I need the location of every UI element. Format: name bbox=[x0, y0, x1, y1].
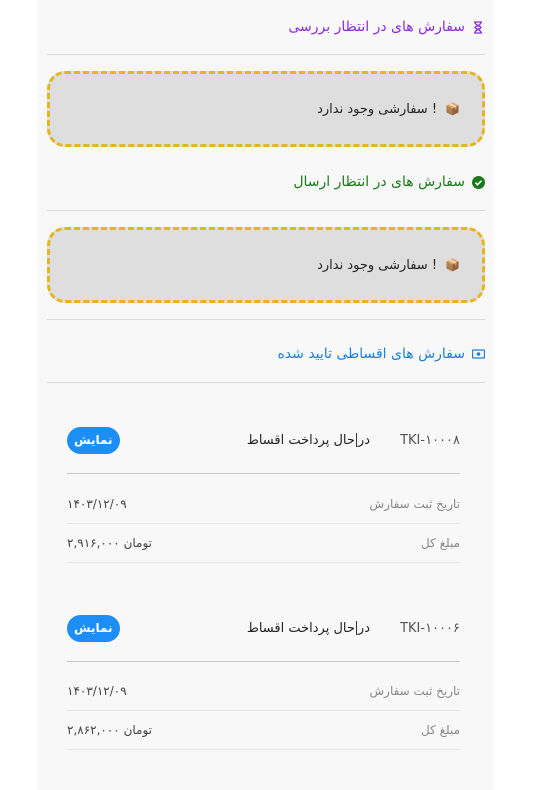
order-date-row: تاریخ ثبت سفارش ۱۴۰۳/۱۲/۰۹ bbox=[67, 672, 460, 711]
section-pending-review-title: سفارش های در انتظار بررسی bbox=[288, 19, 465, 35]
section-pending-review-header: سفارش های در انتظار بررسی bbox=[47, 17, 485, 37]
box-icon: 📦 bbox=[445, 102, 460, 116]
order-card-header: TKI-۱۰۰۰۶ درحال پرداخت اقساط نمایش bbox=[67, 614, 460, 642]
order-total-label: مبلغ کل bbox=[420, 723, 460, 737]
divider bbox=[47, 382, 485, 383]
divider bbox=[67, 661, 460, 662]
order-date-value: ۱۴۰۳/۱۲/۰۹ bbox=[67, 497, 127, 511]
order-total-row: مبلغ کل ۲,۹۱۶,۰۰۰ تومان bbox=[67, 524, 460, 563]
divider bbox=[47, 54, 485, 55]
show-order-button[interactable]: نمایش bbox=[67, 614, 120, 642]
order-total-label: مبلغ کل bbox=[420, 536, 460, 550]
order-card-header: TKI-۱۰۰۰۸ درحال پرداخت اقساط نمایش bbox=[67, 426, 460, 454]
order-status: درحال پرداخت اقساط bbox=[246, 620, 370, 636]
order-number: TKI-۱۰۰۰۸ bbox=[400, 432, 460, 448]
empty-message: سفارشی وجود ندارد ! bbox=[317, 257, 438, 273]
order-total-row: مبلغ کل ۲,۸۶۲,۰۰۰ تومان bbox=[67, 711, 460, 750]
divider bbox=[47, 210, 485, 211]
section-pending-send-header: سفارش های در انتظار ارسال bbox=[47, 172, 485, 192]
section-installment-header: سفارش های اقساطی تایید شده bbox=[47, 344, 485, 364]
divider bbox=[47, 319, 485, 320]
order-number: TKI-۱۰۰۰۶ bbox=[400, 620, 460, 636]
section-installment-title: سفارش های اقساطی تایید شده bbox=[277, 346, 465, 362]
empty-state-box: 📦 سفارشی وجود ندارد ! bbox=[47, 227, 485, 303]
empty-state-box: 📦 سفارشی وجود ندارد ! bbox=[47, 71, 485, 147]
hourglass-icon bbox=[471, 20, 485, 34]
divider bbox=[67, 473, 460, 474]
order-total-value: ۲,۸۶۲,۰۰۰ تومان bbox=[67, 723, 152, 737]
check-circle-icon bbox=[471, 175, 485, 189]
order-date-value: ۱۴۰۳/۱۲/۰۹ bbox=[67, 684, 127, 698]
show-order-button[interactable]: نمایش bbox=[67, 426, 120, 454]
order-date-row: تاریخ ثبت سفارش ۱۴۰۳/۱۲/۰۹ bbox=[67, 485, 460, 524]
box-icon: 📦 bbox=[445, 258, 460, 272]
empty-message: سفارشی وجود ندارد ! bbox=[317, 101, 438, 117]
order-status: درحال پرداخت اقساط bbox=[246, 432, 370, 448]
money-bill-icon bbox=[471, 347, 485, 361]
order-total-value: ۲,۹۱۶,۰۰۰ تومان bbox=[67, 536, 152, 550]
order-date-label: تاریخ ثبت سفارش bbox=[369, 497, 460, 511]
order-date-label: تاریخ ثبت سفارش bbox=[369, 684, 460, 698]
section-pending-send-title: سفارش های در انتظار ارسال bbox=[293, 174, 465, 190]
